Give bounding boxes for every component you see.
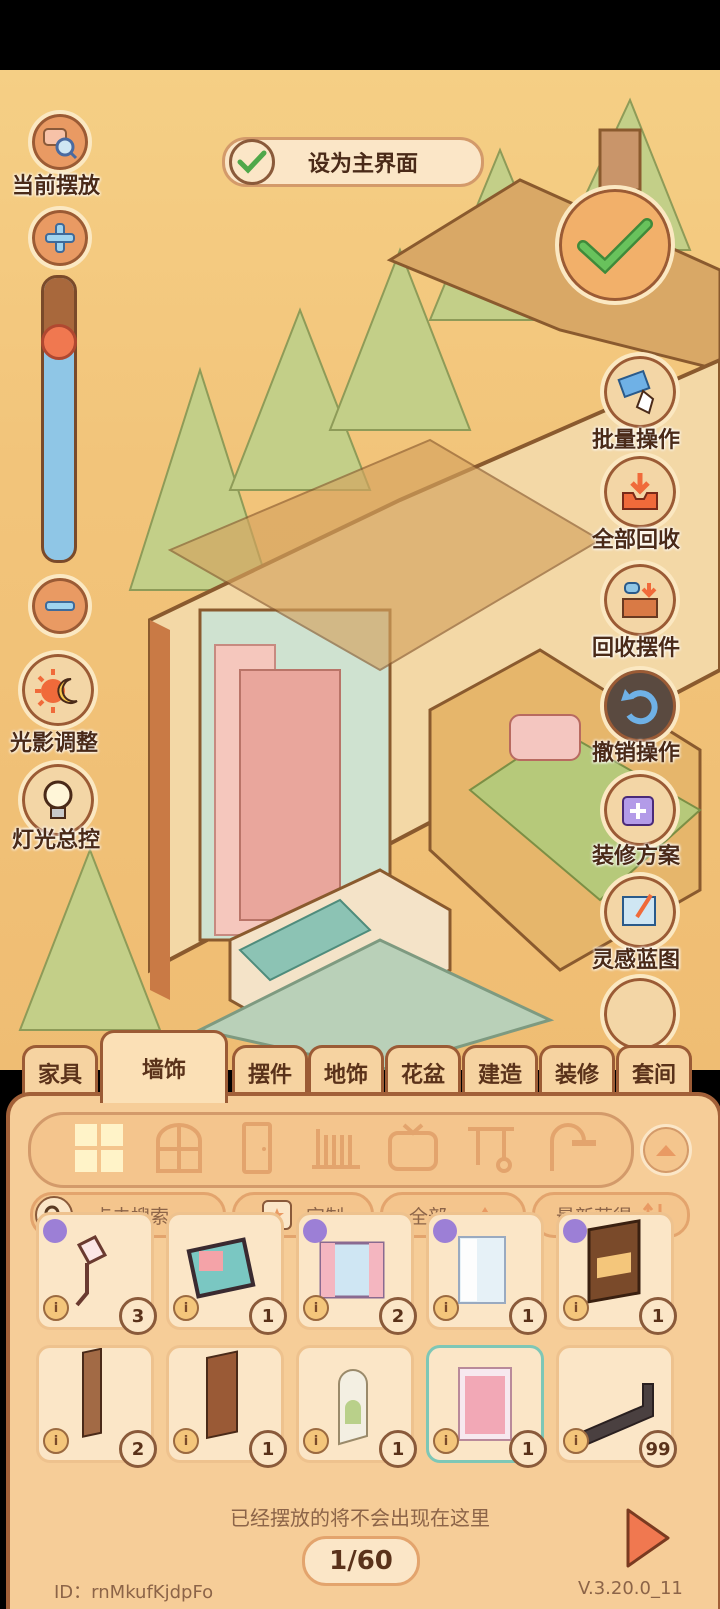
hint-text: 已经摆放的将不会出现在这里	[230, 1506, 490, 1530]
info-icon[interactable]: i	[433, 1295, 459, 1321]
inventory-slot[interactable]: i1	[426, 1212, 547, 1335]
sun-moon-icon	[35, 669, 78, 713]
chevron-up-icon	[656, 1145, 676, 1156]
inventory-slot[interactable]: i2	[36, 1345, 157, 1468]
tab-furniture[interactable]: 家具	[22, 1045, 98, 1098]
blueprint-badge-icon	[563, 1219, 587, 1243]
item-count: 1	[379, 1430, 417, 1468]
item-count: 1	[509, 1430, 547, 1468]
zoom-slider-handle[interactable]	[41, 324, 77, 361]
confirm-button[interactable]	[555, 185, 675, 305]
page-indicator: 1/60	[302, 1536, 420, 1586]
inventory-slot[interactable]: i1	[166, 1212, 287, 1335]
undo-icon	[621, 689, 658, 725]
tab-floor-decor[interactable]: 地饰	[308, 1045, 384, 1098]
info-icon[interactable]: i	[433, 1428, 459, 1454]
all-grid-icon[interactable]	[72, 1121, 126, 1175]
set-main-label: 设为主界面	[307, 152, 418, 177]
folder-plus-icon	[622, 796, 654, 826]
item-count: 1	[249, 1297, 287, 1335]
info-icon[interactable]: i	[303, 1428, 329, 1454]
zoom-in-button[interactable]	[28, 206, 92, 270]
minus-icon	[45, 601, 75, 611]
collapse-button[interactable]	[640, 1124, 692, 1176]
tab-planters[interactable]: 花盆	[385, 1045, 461, 1098]
next-page-button[interactable]	[622, 1506, 672, 1570]
play-arrow-icon	[626, 1508, 670, 1568]
inventory-slot[interactable]: i3	[36, 1212, 157, 1335]
info-icon[interactable]: i	[563, 1428, 589, 1454]
box-arrow-icon	[622, 582, 658, 618]
window-icon[interactable]	[152, 1121, 206, 1175]
batch-button[interactable]	[600, 352, 680, 432]
zoom-slider[interactable]	[41, 275, 77, 563]
checkbox-icon	[229, 139, 275, 185]
recycle-all-label: 全部回收	[592, 528, 681, 553]
tab-ornaments[interactable]: 摆件	[232, 1045, 308, 1098]
light-shadow-button[interactable]	[18, 650, 98, 730]
inventory-slot[interactable]: i1	[556, 1212, 677, 1335]
plus-icon	[45, 223, 75, 253]
inbox-arrow-icon	[622, 473, 658, 510]
shower-icon[interactable]	[542, 1121, 596, 1175]
utensil-rack-icon[interactable]	[464, 1121, 518, 1175]
status-bar	[0, 0, 720, 70]
blueprint-badge-icon	[303, 1219, 327, 1243]
scheme-label: 装修方案	[592, 844, 681, 869]
batch-hand-icon	[617, 369, 655, 415]
check-icon	[577, 218, 653, 274]
item-count: 1	[509, 1297, 547, 1335]
door-icon[interactable]	[230, 1121, 284, 1175]
light-master-label: 灯光总控	[12, 828, 101, 853]
info-icon[interactable]: i	[43, 1428, 69, 1454]
recycle-items-button[interactable]	[600, 560, 680, 640]
tab-decorate[interactable]: 装修	[539, 1045, 615, 1098]
tv-icon[interactable]	[386, 1121, 440, 1175]
item-count: 99	[639, 1430, 677, 1468]
current-placement-label: 当前摆放	[12, 174, 101, 199]
blueprint-badge-icon	[433, 1219, 457, 1243]
inventory-slot[interactable]: i1	[296, 1345, 417, 1468]
tab-build[interactable]: 建造	[462, 1045, 538, 1098]
blueprint-button[interactable]	[600, 872, 680, 952]
version: V.3.20.0_11	[578, 1578, 683, 1599]
undo-button[interactable]	[600, 666, 680, 746]
user-id: ID：rnMkufKjdpFo	[54, 1582, 214, 1603]
set-main-button[interactable]: 设为主界面	[222, 137, 484, 187]
inventory-slot[interactable]: i2	[296, 1212, 417, 1335]
info-icon[interactable]: i	[303, 1295, 329, 1321]
recycle-all-button[interactable]	[600, 452, 680, 532]
light-shadow-label: 光影调整	[10, 731, 99, 756]
inventory-slot[interactable]: i1	[426, 1345, 547, 1468]
info-icon[interactable]: i	[43, 1295, 69, 1321]
item-count: 2	[119, 1430, 157, 1468]
item-count: 1	[249, 1430, 287, 1468]
magnifier-icon	[43, 128, 78, 160]
blueprint-icon	[622, 893, 656, 926]
room-scene[interactable]: 设为主界面 当前摆放 光影调整 灯光总控 批量操作 全部回收 回收摆件 撤销操作	[0, 70, 720, 1070]
zoom-out-button[interactable]	[28, 574, 92, 638]
current-placement-button[interactable]	[28, 110, 92, 174]
inventory-slot[interactable]: i1	[166, 1345, 287, 1468]
info-icon[interactable]: i	[563, 1295, 589, 1321]
tab-wall-decor[interactable]: 墙饰	[100, 1030, 228, 1103]
blueprint-label: 灵感蓝图	[592, 948, 681, 973]
radiator-icon[interactable]	[308, 1121, 362, 1175]
info-icon[interactable]: i	[173, 1295, 199, 1321]
tab-suite[interactable]: 套间	[616, 1045, 692, 1098]
item-count: 3	[119, 1297, 157, 1335]
undo-label: 撤销操作	[592, 741, 681, 766]
info-icon[interactable]: i	[173, 1428, 199, 1454]
bulb-icon	[43, 780, 73, 819]
item-count: 2	[379, 1297, 417, 1335]
inventory-slot[interactable]: i 99	[556, 1345, 677, 1468]
recycle-items-label: 回收摆件	[592, 636, 681, 661]
batch-label: 批量操作	[592, 428, 681, 453]
more-button[interactable]	[600, 974, 680, 1054]
blueprint-badge-icon	[43, 1219, 67, 1243]
item-count: 1	[639, 1297, 677, 1335]
